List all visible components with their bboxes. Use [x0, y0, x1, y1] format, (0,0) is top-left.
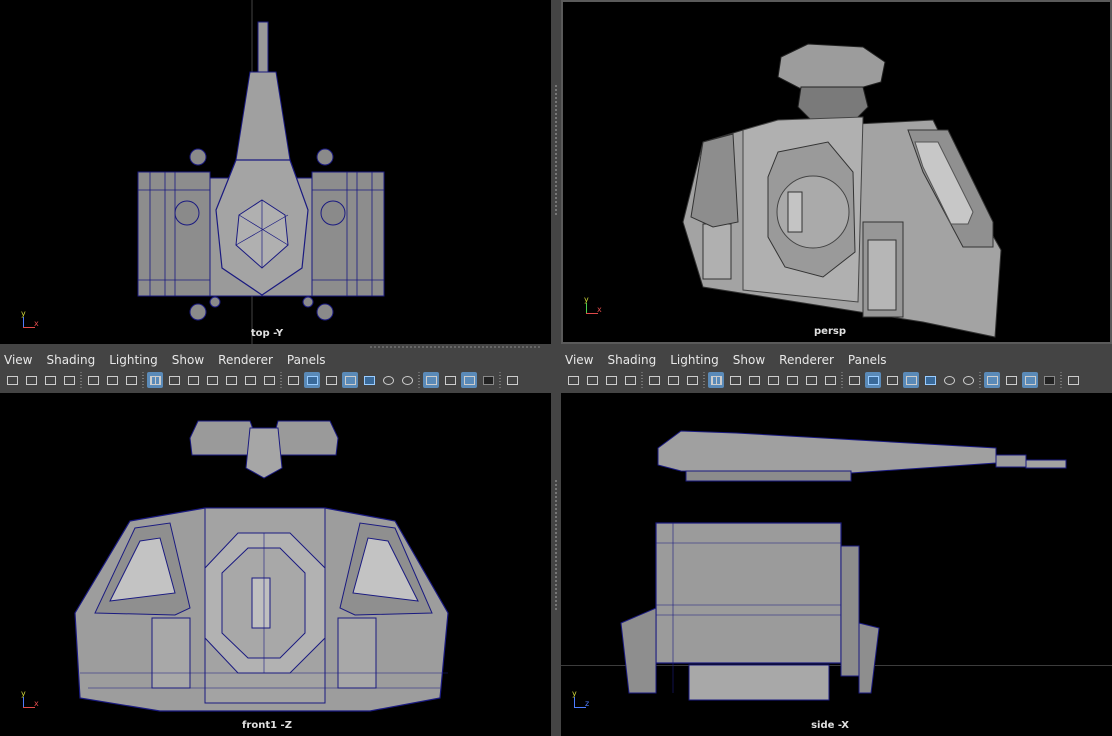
toolbar-separator: [280, 372, 282, 388]
viewport-front[interactable]: yx front1 -Z: [0, 393, 551, 736]
depth-of-field-icon[interactable]: [480, 372, 496, 388]
viewport-top[interactable]: yx top -Y: [0, 0, 551, 344]
menu-view[interactable]: View: [4, 353, 32, 369]
side-view-model: [620, 430, 1067, 701]
toolbar-separator: [703, 372, 705, 388]
menu-shading[interactable]: Shading: [46, 353, 95, 369]
camera-lock-icon[interactable]: [584, 372, 600, 388]
safe-action-icon[interactable]: [803, 372, 819, 388]
depth-of-field-icon[interactable]: [1041, 372, 1057, 388]
2d-pan-icon[interactable]: [104, 372, 120, 388]
panel-toolbar-right: View Shading Lighting Show Renderer Pane…: [561, 348, 1112, 393]
camera-attr-icon[interactable]: [603, 372, 619, 388]
wireframe-on-shaded-icon[interactable]: [342, 372, 358, 388]
front-view-model: [74, 420, 449, 712]
textured-icon[interactable]: [361, 372, 377, 388]
isolate-select-icon[interactable]: [1065, 372, 1081, 388]
image-plane-icon[interactable]: [646, 372, 662, 388]
wireframe-on-shaded-icon[interactable]: [903, 372, 919, 388]
menu-show[interactable]: Show: [172, 353, 204, 369]
bookmark-icon[interactable]: [622, 372, 638, 388]
camera-attr-icon[interactable]: [42, 372, 58, 388]
bookmark-icon[interactable]: [61, 372, 77, 388]
toolbar-separator: [979, 372, 981, 388]
resolution-gate-icon[interactable]: [746, 372, 762, 388]
shadows-icon[interactable]: [960, 372, 976, 388]
menu-lighting[interactable]: Lighting: [109, 353, 158, 369]
gate-mask-icon[interactable]: [204, 372, 220, 388]
motion-blur-icon[interactable]: [1003, 372, 1019, 388]
viewport-label-front: front1 -Z: [242, 720, 292, 731]
smooth-shade-icon[interactable]: [304, 372, 320, 388]
menu-renderer[interactable]: Renderer: [218, 353, 273, 369]
default-material-icon[interactable]: [884, 372, 900, 388]
motion-blur-icon[interactable]: [442, 372, 458, 388]
viewport-persp[interactable]: yx persp: [561, 0, 1112, 344]
viewport-label-side: side -X: [811, 720, 849, 731]
menu-view[interactable]: View: [565, 353, 593, 369]
use-lights-icon[interactable]: [380, 372, 396, 388]
gate-mask-icon[interactable]: [765, 372, 781, 388]
toolbar-separator: [641, 372, 643, 388]
shadows-icon[interactable]: [399, 372, 415, 388]
toolbar-separator: [499, 372, 501, 388]
panel-icons-left: [4, 372, 520, 388]
top-view-model: [137, 0, 385, 344]
toolbar-separator: [1060, 372, 1062, 388]
menu-show[interactable]: Show: [733, 353, 765, 369]
field-chart-icon[interactable]: [223, 372, 239, 388]
resolution-gate-icon[interactable]: [185, 372, 201, 388]
field-chart-icon[interactable]: [784, 372, 800, 388]
grease-pencil-icon[interactable]: [123, 372, 139, 388]
default-material-icon[interactable]: [323, 372, 339, 388]
viewport-side[interactable]: yz side -X: [561, 393, 1112, 736]
menu-panels[interactable]: Panels: [287, 353, 326, 369]
wireframe-icon[interactable]: [846, 372, 862, 388]
textured-icon[interactable]: [922, 372, 938, 388]
film-gate-icon[interactable]: [166, 372, 182, 388]
safe-title-icon[interactable]: [822, 372, 838, 388]
camera-icon[interactable]: [4, 372, 20, 388]
toolbar-separator: [418, 372, 420, 388]
image-plane-icon[interactable]: [85, 372, 101, 388]
safe-title-icon[interactable]: [261, 372, 277, 388]
menu-shading[interactable]: Shading: [607, 353, 656, 369]
use-lights-icon[interactable]: [941, 372, 957, 388]
menu-renderer[interactable]: Renderer: [779, 353, 834, 369]
viewport-label-top: top -Y: [250, 328, 284, 339]
persp-view-model: [682, 43, 1002, 338]
vertical-splitter[interactable]: [551, 0, 561, 736]
menu-lighting[interactable]: Lighting: [670, 353, 719, 369]
grease-pencil-icon[interactable]: [684, 372, 700, 388]
panel-toolbar-left: View Shading Lighting Show Renderer Pane…: [0, 348, 551, 393]
isolate-select-icon[interactable]: [504, 372, 520, 388]
toolbar-separator: [841, 372, 843, 388]
toolbar-separator: [80, 372, 82, 388]
panel-icons-right: [565, 372, 1081, 388]
grid-icon[interactable]: [147, 372, 163, 388]
screen-space-ao-icon[interactable]: [984, 372, 1000, 388]
safe-action-icon[interactable]: [242, 372, 258, 388]
grid-icon[interactable]: [708, 372, 724, 388]
camera-lock-icon[interactable]: [23, 372, 39, 388]
panel-menu-right: View Shading Lighting Show Renderer Pane…: [565, 353, 887, 369]
camera-icon[interactable]: [565, 372, 581, 388]
screen-space-ao-icon[interactable]: [423, 372, 439, 388]
toolbar-separator: [142, 372, 144, 388]
anti-alias-icon[interactable]: [1022, 372, 1038, 388]
2d-pan-icon[interactable]: [665, 372, 681, 388]
film-gate-icon[interactable]: [727, 372, 743, 388]
anti-alias-icon[interactable]: [461, 372, 477, 388]
panel-menu-left: View Shading Lighting Show Renderer Pane…: [4, 353, 326, 369]
wireframe-icon[interactable]: [285, 372, 301, 388]
viewport-label-persp: persp: [814, 326, 846, 337]
smooth-shade-icon[interactable]: [865, 372, 881, 388]
menu-panels[interactable]: Panels: [848, 353, 887, 369]
